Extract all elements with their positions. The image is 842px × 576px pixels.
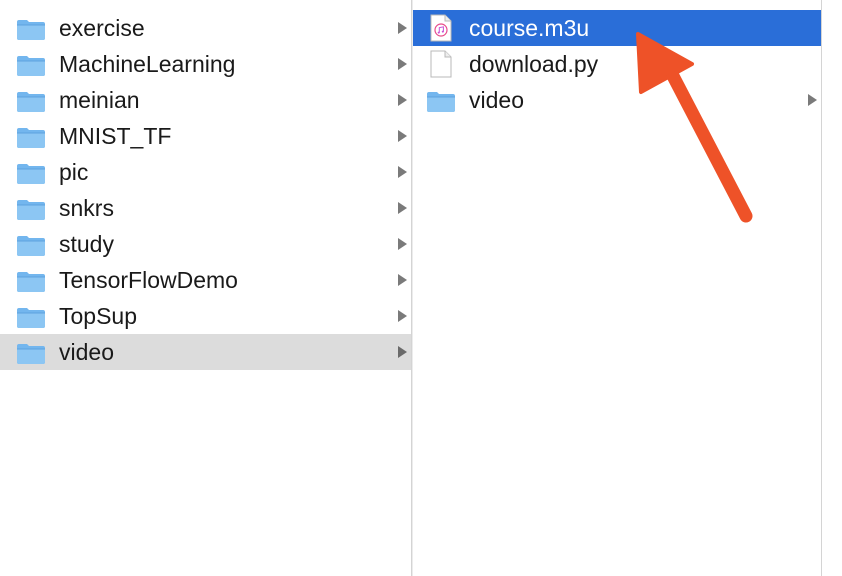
column-parent-list: exercise MachineLearning meinian MNIST_T… [0, 0, 411, 370]
folder-icon [17, 56, 45, 76]
list-item-label: TensorFlowDemo [59, 267, 238, 293]
chevron-right-icon[interactable] [396, 21, 408, 35]
list-item-folder-machinelearning[interactable]: MachineLearning [0, 46, 411, 82]
folder-icon [17, 128, 45, 148]
folder-icon [17, 92, 45, 112]
chevron-right-icon[interactable] [396, 57, 408, 71]
list-item-label: video [59, 339, 114, 365]
list-item-folder-mnist-tf[interactable]: MNIST_TF [0, 118, 411, 154]
list-item-folder-study[interactable]: study [0, 226, 411, 262]
chevron-right-icon[interactable] [396, 201, 408, 215]
list-item-label: download.py [469, 51, 599, 77]
list-item-folder-pic[interactable]: pic [0, 154, 411, 190]
folder-icon [17, 308, 45, 328]
list-item-label: course.m3u [469, 15, 590, 41]
list-item-label: MachineLearning [59, 51, 236, 77]
list-item-label: MNIST_TF [59, 123, 172, 149]
list-item-folder-snkrs[interactable]: snkrs [0, 190, 411, 226]
chevron-right-icon[interactable] [396, 93, 408, 107]
list-item-label: exercise [59, 15, 145, 41]
list-item-label: pic [59, 159, 89, 185]
list-item-folder-video-selected[interactable]: video [0, 334, 411, 370]
music-playlist-file-icon [430, 14, 452, 42]
list-item-folder-video[interactable]: video [413, 82, 821, 118]
folder-icon [17, 344, 45, 364]
chevron-right-icon[interactable] [396, 165, 408, 179]
column-empty-next[interactable] [822, 0, 842, 576]
column-video-list: course.m3u download.py video [413, 0, 821, 118]
column-video-contents[interactable]: course.m3u download.py video [413, 0, 821, 576]
folder-icon [17, 200, 45, 220]
list-item-file-course-m3u-selected[interactable]: course.m3u [413, 10, 821, 46]
list-item-label: TopSup [59, 303, 138, 329]
column-parent[interactable]: exercise MachineLearning meinian MNIST_T… [0, 0, 411, 576]
list-item-label: study [59, 231, 114, 257]
folder-icon [17, 20, 45, 40]
chevron-right-icon[interactable] [396, 237, 408, 251]
list-item-label: meinian [59, 87, 140, 113]
document-file-icon [430, 50, 452, 78]
list-item-label: snkrs [59, 195, 114, 221]
finder-window: exercise MachineLearning meinian MNIST_T… [0, 0, 842, 576]
list-item-file-download-py[interactable]: download.py [413, 46, 821, 82]
folder-icon [17, 236, 45, 256]
column-divider[interactable] [411, 0, 412, 576]
list-item-folder-meinian[interactable]: meinian [0, 82, 411, 118]
chevron-right-icon[interactable] [396, 129, 408, 143]
chevron-right-icon[interactable] [396, 345, 408, 359]
folder-icon [17, 164, 45, 184]
chevron-right-icon[interactable] [806, 93, 818, 107]
folder-icon [17, 272, 45, 292]
list-item-label: video [469, 87, 524, 113]
list-item-folder-exercise[interactable]: exercise [0, 10, 411, 46]
chevron-right-icon[interactable] [396, 309, 408, 323]
chevron-right-icon[interactable] [396, 273, 408, 287]
list-item-folder-topsup[interactable]: TopSup [0, 298, 411, 334]
folder-icon [427, 92, 455, 112]
list-item-folder-tensorflowdemo[interactable]: TensorFlowDemo [0, 262, 411, 298]
